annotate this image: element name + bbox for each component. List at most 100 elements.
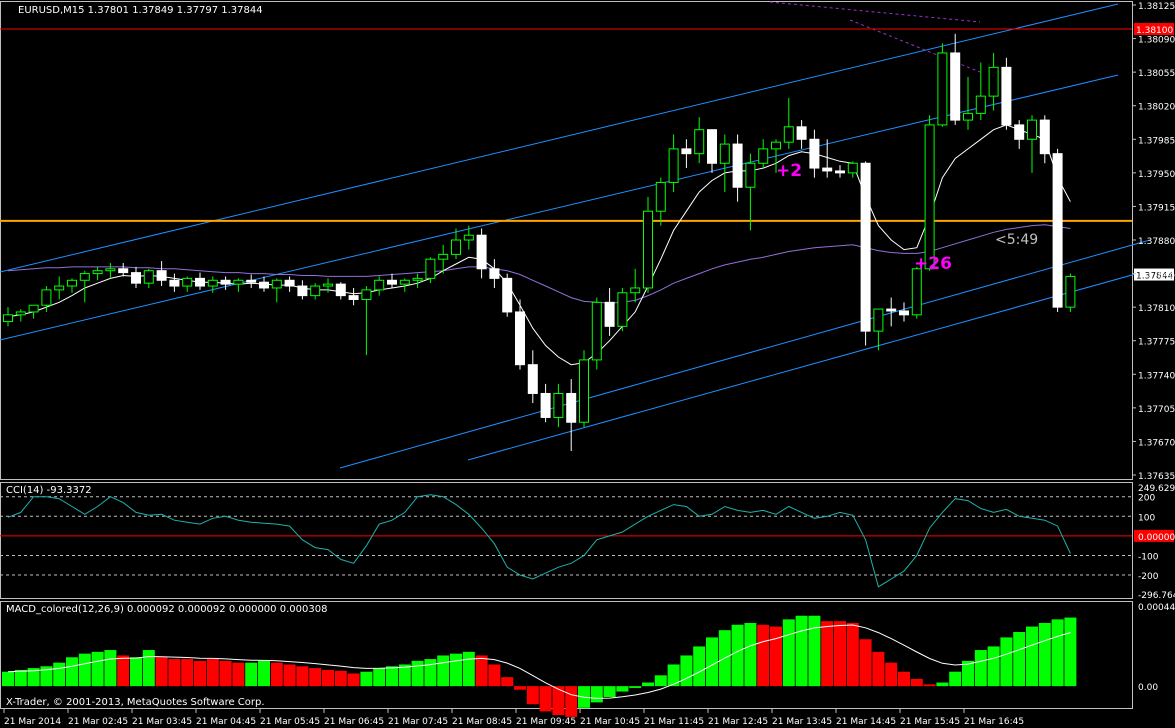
ma-fast-line	[7, 124, 1071, 366]
price-tick-label: 1.37705	[1138, 405, 1175, 415]
macd-bar	[846, 622, 859, 687]
macd-bar	[1064, 617, 1077, 687]
time-tick-label: 21 Mar 08:45	[452, 717, 512, 727]
time-tick-label: 21 Mar 10:45	[580, 717, 640, 727]
macd-bar	[245, 662, 258, 687]
macd-bar	[181, 659, 194, 687]
macd-bar	[885, 662, 898, 687]
cci-tick-label: -200	[1138, 572, 1159, 582]
candle-body	[899, 310, 909, 316]
macd-bar	[590, 686, 603, 703]
candle-body	[822, 167, 833, 172]
candle-body	[233, 279, 244, 285]
candle-body	[412, 277, 423, 281]
macd-bar	[283, 664, 296, 687]
candle-body	[182, 277, 193, 287]
macd-bar	[168, 659, 181, 687]
symbol-header: EURUSD,M15 1.37801 1.37849 1.37797 1.378…	[18, 5, 263, 16]
candle-body	[41, 289, 52, 306]
macd-bar	[322, 669, 334, 687]
time-tick-label: 21 Mar 09:45	[516, 717, 576, 727]
candle-body	[847, 162, 858, 174]
macd-bar	[450, 653, 462, 687]
price-tick-label: 1.37670	[1138, 438, 1175, 448]
macd-bar	[974, 650, 987, 687]
macd-bar	[2, 671, 14, 687]
price-tick-label: 1.37950	[1138, 170, 1175, 180]
price-axis: 1.38125 1.38090 1.38055 1.38020 1.37985 1.379…	[1132, 2, 1175, 482]
candle-body	[527, 364, 538, 394]
candle-body	[796, 126, 807, 140]
candle-body	[92, 270, 103, 275]
candle-body	[67, 279, 77, 287]
time-tick-label: 21 Mar 16:45	[964, 717, 1024, 727]
candle-body	[566, 392, 577, 423]
cci-tick-label: 200	[1138, 494, 1155, 504]
macd-label: MACD_colored(12,26,9) 0.000092 0.000092 …	[6, 604, 327, 615]
macd-bar	[424, 659, 437, 687]
candle-body	[707, 129, 717, 164]
candle-body	[1014, 124, 1025, 140]
candle-body	[1065, 275, 1076, 308]
channel-line	[467, 269, 1151, 461]
cci-label: CCI(14) -93.3372	[6, 485, 92, 496]
candle-body	[886, 308, 897, 312]
candle-body	[105, 268, 116, 272]
macd-bar	[834, 621, 846, 687]
macd-bar	[1038, 622, 1051, 687]
macd-bar	[309, 668, 322, 687]
macd-bar	[949, 671, 962, 687]
time-tick-label: 21 Mar 12:45	[708, 717, 768, 727]
macd-bar	[1051, 619, 1064, 687]
macd-bar	[155, 657, 168, 687]
price-tick-label: 1.37985	[1138, 136, 1175, 146]
candle-body	[515, 311, 525, 366]
trading-chart[interactable]: 1.381001.37844 1.381251.380901.380551.38…	[0, 0, 1175, 728]
candle-body	[489, 268, 500, 279]
candle-body	[297, 285, 308, 297]
macd-bar	[411, 660, 424, 687]
candle-body	[655, 181, 666, 212]
macd-bar	[347, 673, 360, 687]
macd-bar	[680, 655, 693, 687]
candle-body	[220, 279, 231, 285]
channel-line	[0, 3, 1119, 273]
channel-line	[339, 239, 1151, 469]
candle-body	[1039, 119, 1050, 155]
candle-body	[15, 311, 26, 316]
macd-bar	[795, 615, 808, 687]
macd-bar	[386, 666, 398, 687]
macd-bar	[66, 657, 78, 687]
macd-bar	[14, 669, 27, 687]
candle-body	[1027, 119, 1037, 140]
cci-tick-label: 249.6295	[1138, 484, 1175, 494]
candle-body	[169, 279, 180, 287]
candle-body	[3, 314, 13, 323]
macd-bar	[872, 651, 885, 687]
price-tick-label: 1.38090	[1138, 36, 1175, 46]
time-tick-label: 21 Mar 03:45	[132, 717, 192, 727]
candle-body	[579, 359, 589, 423]
candle-body	[988, 66, 999, 97]
moving-averages	[7, 124, 1071, 366]
price-tick-label: 1.37880	[1138, 237, 1175, 247]
macd-bar	[898, 671, 910, 687]
bar-timer: <5:49	[995, 232, 1038, 248]
candle-body	[924, 124, 935, 270]
candlestick-series	[3, 33, 1076, 452]
macd-bar	[219, 660, 232, 687]
macd-bar	[603, 686, 616, 697]
time-tick-label: 21 Mar 07:45	[388, 717, 448, 727]
candle-body	[476, 234, 487, 270]
time-tick-label: 21 Mar 14:45	[836, 717, 896, 727]
candle-body	[310, 285, 321, 297]
candle-body	[361, 289, 372, 300]
price-tick-label: 1.37635	[1138, 472, 1175, 482]
time-tick-label: 21 Mar 04:45	[196, 717, 256, 727]
candle-body	[553, 392, 564, 418]
time-tick-label: 21 Mar 11:45	[644, 717, 704, 727]
macd-bar	[488, 664, 501, 687]
macd-bar	[526, 686, 539, 705]
candle-body	[425, 258, 436, 279]
price-tick-label: 1.38020	[1138, 103, 1175, 113]
